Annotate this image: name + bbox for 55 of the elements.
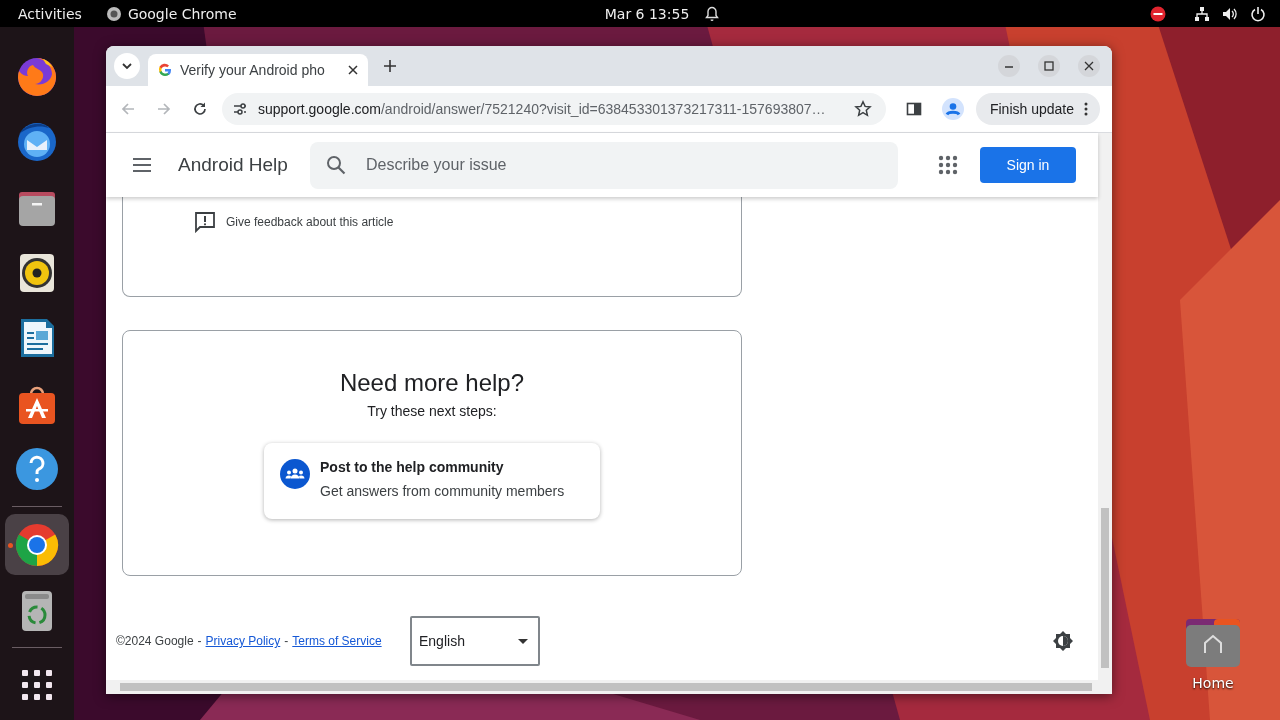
footer-text: ©2024 Google	[116, 634, 194, 648]
network-icon[interactable]	[1194, 5, 1210, 22]
site-settings-icon[interactable]	[232, 101, 248, 117]
profile-icon[interactable]	[941, 98, 964, 120]
option-title: Post to the help community	[320, 459, 505, 475]
sign-in-button[interactable]: Sign in	[980, 147, 1076, 183]
close-icon[interactable]	[348, 65, 358, 75]
side-panel-icon[interactable]	[905, 101, 922, 117]
feedback-link[interactable]: Give feedback about this article	[226, 215, 394, 229]
search-field[interactable]: Describe your issue	[310, 141, 898, 189]
search-icon	[326, 155, 346, 175]
power-icon[interactable]	[1250, 5, 1266, 22]
star-icon[interactable]	[853, 100, 872, 118]
tab-search-icon[interactable]	[114, 53, 140, 79]
address-bar[interactable]: support.google.com/android/answer/7521240?visit_id=638453301373217311-157693807…	[222, 93, 886, 125]
footer-link[interactable]: Privacy Policy	[205, 634, 281, 648]
maximize-icon[interactable]	[1038, 55, 1060, 77]
update-button[interactable]: Finish update	[975, 93, 1100, 125]
dock-item[interactable]	[5, 513, 69, 576]
url-text: support.google.com/android/answer/7521240?visit_id=638453301373217311-157693807…	[258, 101, 827, 117]
app-icon	[105, 5, 122, 22]
activities-button[interactable]: Activities	[18, 5, 82, 22]
option-description: Get answers from community members	[320, 483, 565, 499]
browser-tab[interactable]: Verify your Android pho	[148, 54, 368, 86]
footer-link[interactable]: Terms of Service	[292, 634, 382, 648]
footer-text: -	[284, 634, 289, 648]
folder-icon[interactable]	[1184, 617, 1242, 669]
site-title[interactable]: Android Help	[178, 154, 310, 176]
help-heading: Need more help?	[339, 369, 525, 397]
app-menu[interactable]: Google Chrome	[127, 5, 237, 22]
minimize-icon[interactable]	[998, 55, 1020, 77]
help-subheading: Try these next steps:	[367, 403, 497, 419]
icon-label[interactable]: Home	[1192, 675, 1234, 691]
new-tab-icon[interactable]	[384, 60, 396, 72]
close-icon[interactable]	[1078, 55, 1100, 77]
more-icon[interactable]	[1084, 102, 1088, 116]
favicon-icon	[158, 63, 172, 77]
apps-icon[interactable]	[938, 155, 958, 175]
menu-icon[interactable]	[132, 157, 152, 173]
people-icon	[280, 459, 310, 489]
clock[interactable]: Mar 6 13:55	[604, 5, 690, 22]
reload-icon[interactable]	[192, 101, 208, 117]
scrollbar[interactable]	[106, 680, 1112, 694]
footer-text: -	[197, 634, 202, 648]
search-input[interactable]: Describe your issue	[364, 155, 882, 175]
scrollbar[interactable]	[1098, 133, 1112, 680]
community-card[interactable]: Post to the help community Get answers from community members	[264, 443, 600, 519]
dark-mode-icon[interactable]	[1052, 630, 1074, 652]
language-dropdown[interactable]: English	[410, 616, 540, 666]
help-icon	[15, 447, 59, 492]
do-not-disturb-icon[interactable]	[1150, 5, 1166, 22]
bell-icon[interactable]	[705, 5, 720, 22]
caret-icon	[518, 638, 528, 644]
round-logo-icon	[15, 522, 59, 567]
feedback-icon[interactable]	[194, 211, 216, 233]
